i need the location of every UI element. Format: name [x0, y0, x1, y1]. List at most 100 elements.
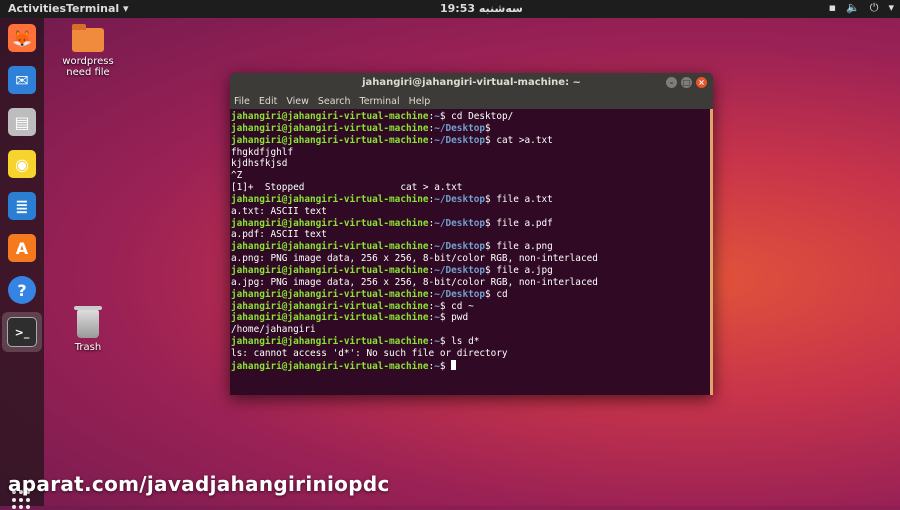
output-text: a.pdf: ASCII text [231, 229, 327, 241]
dock-writer[interactable]: ≣ [6, 190, 38, 222]
terminal-line: a.pdf: ASCII text [231, 229, 712, 241]
terminal-line: fhgkdfjghlf [231, 147, 712, 159]
prompt-path: ~/Desktop [434, 122, 486, 134]
prompt-path: ~/Desktop [434, 193, 486, 205]
prompt-path: ~/Desktop [434, 264, 486, 276]
dock-firefox[interactable]: 🦊 [6, 22, 38, 54]
chevron-down-icon[interactable]: ▾ [888, 1, 894, 15]
terminal-line: a.png: PNG image data, 256 x 256, 8-bit/… [231, 253, 712, 265]
top-bar: Activities Terminal ▾ 19:53 سه‌شنبه ▪ 🔈 … [0, 0, 900, 18]
prompt-path: ~/Desktop [434, 217, 486, 229]
desktop-trash[interactable]: Trash [48, 306, 128, 353]
prompt-user: jahangiri@jahangiri-virtual-machine [231, 288, 429, 300]
dock-files[interactable]: ▤ [6, 106, 38, 138]
terminal-line: [1]+ Stopped cat > a.txt [231, 182, 712, 194]
menu-terminal[interactable]: Terminal [360, 96, 400, 107]
terminal-line: jahangiri@jahangiri-virtual-machine:~$ [231, 359, 712, 373]
output-text: a.png: PNG image data, 256 x 256, 8-bit/… [231, 253, 598, 265]
folder-label-line2: need file [66, 67, 110, 78]
trash-icon [74, 306, 102, 338]
files-icon: ▤ [8, 108, 36, 136]
dock-terminal[interactable]: >_ [2, 312, 42, 352]
terminal-menubar: File Edit View Search Terminal Help [230, 93, 713, 109]
dock-help[interactable]: ? [6, 274, 38, 306]
prompt-user: jahangiri@jahangiri-virtual-machine [231, 360, 429, 372]
prompt-user: jahangiri@jahangiri-virtual-machine [231, 122, 429, 134]
text-cursor [451, 359, 457, 370]
prompt-user: jahangiri@jahangiri-virtual-machine [231, 134, 429, 146]
terminal-line: jahangiri@jahangiri-virtual-machine:~/De… [231, 122, 491, 134]
close-button[interactable]: × [696, 77, 707, 88]
output-text: /home/jahangiri [231, 324, 316, 336]
terminal-line: jahangiri@jahangiri-virtual-machine:~/De… [231, 193, 553, 205]
command-text: $ file a.txt [485, 193, 553, 205]
power-icon[interactable]: ⏻ [870, 1, 879, 15]
desktop-folder-wordpress[interactable]: wordpress need file [48, 24, 128, 78]
terminal-line: jahangiri@jahangiri-virtual-machine:~$ p… [231, 312, 469, 324]
clock[interactable]: 19:53 سه‌شنبه [440, 2, 523, 15]
terminal-line: jahangiri@jahangiri-virtual-machine:~$ c… [231, 300, 474, 312]
command-text: $ cd Desktop/ [439, 111, 514, 122]
command-text: $ ls d* [439, 336, 480, 348]
terminal-line: jahangiri@jahangiri-virtual-machine:~$ c… [231, 111, 514, 122]
menu-file[interactable]: File [234, 96, 250, 107]
watermark-text: aparat.com/javadjahangiriniopdc [8, 472, 390, 496]
terminal-line: jahangiri@jahangiri-virtual-machine:~$ l… [231, 336, 480, 348]
terminal-line: jahangiri@jahangiri-virtual-machine:~/De… [231, 288, 508, 300]
prompt-user: jahangiri@jahangiri-virtual-machine [231, 264, 429, 276]
software-icon: A [8, 234, 36, 262]
prompt-path: ~/Desktop [434, 241, 486, 253]
menu-search[interactable]: Search [318, 96, 351, 107]
command-text: $ file a.jpg [485, 264, 553, 276]
firefox-icon: 🦊 [8, 24, 36, 52]
terminal-line: jahangiri@jahangiri-virtual-machine:~/De… [231, 134, 553, 146]
window-title: jahangiri@jahangiri-virtual-machine: ~ [362, 77, 581, 88]
output-text: fhgkdfjghlf [231, 146, 294, 158]
command-text: $ pwd [439, 312, 469, 324]
terminal-line: /home/jahangiri [231, 324, 712, 336]
prompt-user: jahangiri@jahangiri-virtual-machine [231, 217, 429, 229]
terminal-line: ls: cannot access 'd*': No such file or … [231, 348, 712, 360]
dock: 🦊 ✉ ▤ ◉ ≣ A? >_ [0, 18, 44, 510]
system-tray[interactable]: ▪ 🔈 ⏻ ▾ [829, 1, 894, 15]
app-menu[interactable]: Terminal ▾ [66, 2, 129, 15]
maximize-button[interactable]: □ [681, 77, 692, 88]
volume-icon[interactable]: 🔈 [846, 1, 860, 15]
scrollbar[interactable] [710, 109, 713, 395]
activities-button[interactable]: Activities [8, 2, 66, 15]
writer-icon: ≣ [8, 192, 36, 220]
terminal-line: jahangiri@jahangiri-virtual-machine:~/De… [231, 241, 553, 253]
terminal-line: a.txt: ASCII text [231, 206, 712, 218]
minimize-button[interactable]: – [666, 77, 677, 88]
prompt-path: ~/Desktop [434, 288, 486, 300]
thunderbird-icon: ✉ [8, 66, 36, 94]
terminal-titlebar[interactable]: jahangiri@jahangiri-virtual-machine: ~ –… [230, 73, 713, 93]
prompt-user: jahangiri@jahangiri-virtual-machine [231, 312, 429, 324]
network-icon[interactable]: ▪ [829, 1, 836, 15]
output-text: [1]+ Stopped cat > a.txt [231, 182, 463, 194]
terminal-line: jahangiri@jahangiri-virtual-machine:~/De… [231, 217, 553, 229]
menu-view[interactable]: View [286, 96, 309, 107]
command-text: $ [439, 360, 452, 372]
prompt-path: ~/Desktop [434, 134, 486, 146]
terminal-line: a.jpg: PNG image data, 256 x 256, 8-bit/… [231, 277, 712, 289]
terminal-line: ^Z [231, 170, 712, 182]
terminal-icon: >_ [7, 317, 37, 347]
dock-thunderbird[interactable]: ✉ [6, 64, 38, 96]
folder-icon [72, 24, 104, 52]
command-text: $ file a.pdf [485, 217, 553, 229]
terminal-output[interactable]: jahangiri@jahangiri-virtual-machine:~$ c… [230, 109, 713, 375]
terminal-window[interactable]: jahangiri@jahangiri-virtual-machine: ~ –… [230, 73, 713, 395]
menu-help[interactable]: Help [409, 96, 431, 107]
output-text: ^Z [231, 170, 243, 182]
output-text: kjdhsfkjsd [231, 158, 288, 170]
dock-software[interactable]: A [6, 232, 38, 264]
terminal-line: jahangiri@jahangiri-virtual-machine:~/De… [231, 264, 553, 276]
terminal-line: kjdhsfkjsd [231, 158, 712, 170]
folder-label-line1: wordpress [62, 56, 114, 67]
menu-edit[interactable]: Edit [259, 96, 277, 107]
prompt-user: jahangiri@jahangiri-virtual-machine [231, 193, 429, 205]
dock-rhythmbox[interactable]: ◉ [6, 148, 38, 180]
prompt-user: jahangiri@jahangiri-virtual-machine [231, 336, 429, 348]
prompt-user: jahangiri@jahangiri-virtual-machine [231, 241, 429, 253]
